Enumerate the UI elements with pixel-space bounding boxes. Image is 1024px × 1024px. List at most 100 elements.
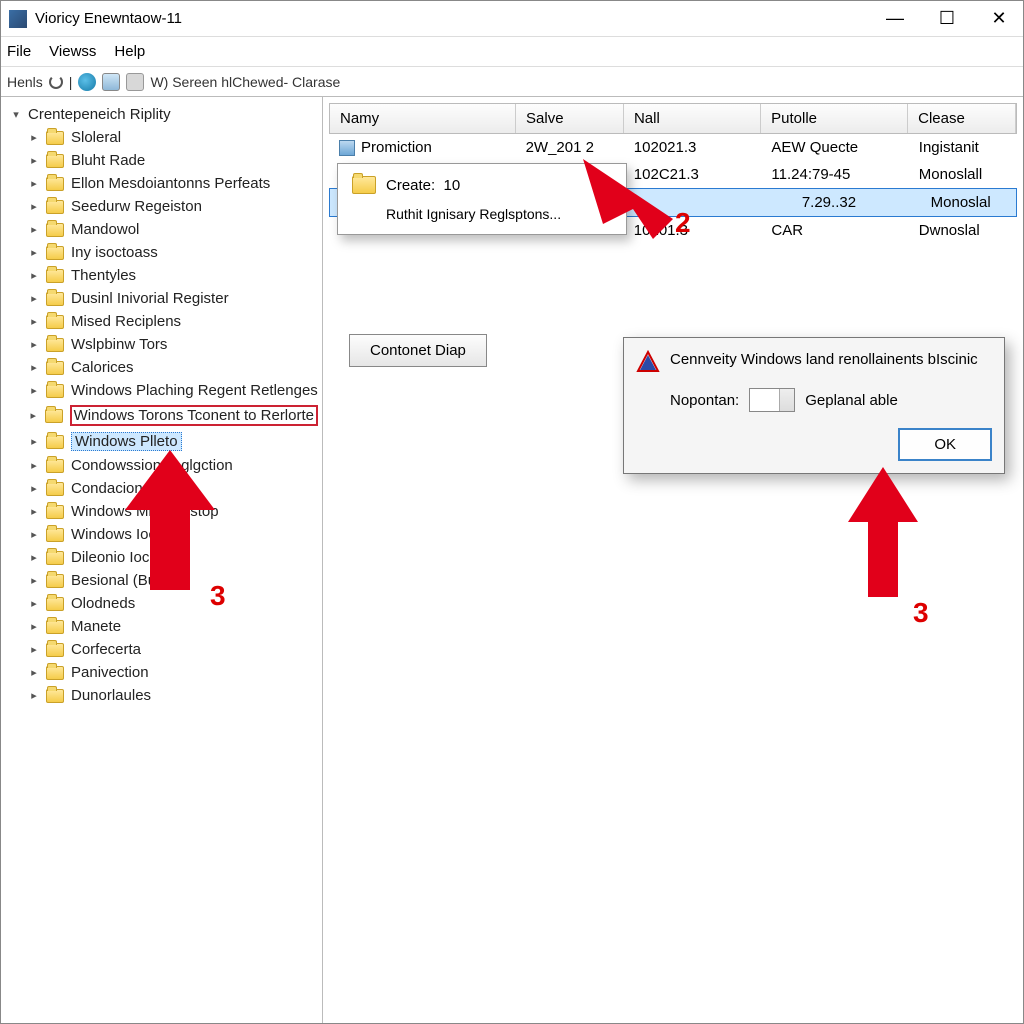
dialog-checkbox-label[interactable]: Geplanal able: [805, 392, 898, 409]
folder-icon: [46, 131, 64, 145]
tree-item-label: Thentyles: [71, 267, 136, 284]
expand-icon[interactable]: ▸: [29, 223, 39, 236]
tree-item[interactable]: ▸Wslpbinw Tors: [7, 333, 322, 356]
expand-icon[interactable]: ▸: [29, 620, 39, 633]
expand-icon[interactable]: ▸: [29, 292, 39, 305]
expand-icon[interactable]: ▸: [29, 689, 39, 702]
folder-icon: [46, 689, 64, 703]
col-clease[interactable]: Clease: [908, 104, 1016, 133]
tree-item[interactable]: ▸ Dunorlaules: [7, 684, 322, 707]
expand-icon[interactable]: ▸: [29, 246, 39, 259]
menu-help[interactable]: Help: [114, 43, 145, 60]
tree-item[interactable]: ▸Dusinl Inivorial Register: [7, 287, 322, 310]
expand-icon[interactable]: ▸: [29, 643, 39, 656]
refresh-icon[interactable]: [49, 75, 63, 89]
collapse-icon[interactable]: ▾: [11, 108, 21, 121]
nopontan-spinner[interactable]: ▲▼: [749, 388, 795, 412]
tree-item[interactable]: ▸Panivection: [7, 661, 322, 684]
folder-icon: [46, 315, 64, 329]
tree-item[interactable]: ▸Ellon Mesdoiantonns Perfeats: [7, 172, 322, 195]
close-button[interactable]: ✕: [983, 8, 1015, 29]
tree-item[interactable]: ▸ Windows Plaching Regent Retlenges: [7, 379, 322, 402]
menubar: File Viewss Help: [1, 37, 1023, 67]
tree-item[interactable]: ▸ Mised Reciplens: [7, 310, 322, 333]
expand-icon[interactable]: ▸: [29, 551, 39, 564]
expand-icon[interactable]: ▸: [29, 361, 39, 374]
annotation-arrow-3a: [125, 450, 215, 590]
tree-item[interactable]: ▸Iny isoctoass: [7, 241, 322, 264]
folder-icon: [46, 200, 64, 214]
mail-icon[interactable]: [102, 73, 120, 91]
menu-views[interactable]: Viewss: [49, 43, 96, 60]
main-panel: Namy Salve Nall Putolle Clease Promictio…: [323, 97, 1023, 1023]
folder-icon: [46, 361, 64, 375]
list-cell: CAR: [761, 220, 908, 241]
tree-root-item[interactable]: ▾ Crentepeneich Riplity: [7, 103, 322, 126]
expand-icon[interactable]: ▸: [29, 482, 39, 495]
window-title: Vioricy Enewntaow-11: [35, 10, 879, 27]
folder-icon: [46, 620, 64, 634]
folder-icon: [46, 597, 64, 611]
list-cell: Monoslal: [921, 192, 1016, 213]
expand-icon[interactable]: ▸: [29, 338, 39, 351]
list-cell: 2W_201 2: [516, 137, 624, 158]
expand-icon[interactable]: ▸: [29, 269, 39, 282]
tree-item[interactable]: ▸ Thentyles: [7, 264, 322, 287]
expand-icon[interactable]: ▸: [29, 505, 39, 518]
maximize-button[interactable]: ☐: [931, 8, 963, 29]
spinner-arrows-icon[interactable]: ▲▼: [782, 389, 792, 411]
tree-item[interactable]: ▸ Mandowol: [7, 218, 322, 241]
folder-icon: [46, 528, 64, 542]
folder-icon: [46, 505, 64, 519]
list-row[interactable]: Promiction2W_201 2102021.3AEW QuecteIngi…: [329, 134, 1017, 161]
ok-button[interactable]: OK: [898, 428, 992, 461]
expand-icon[interactable]: ▸: [29, 597, 39, 610]
minimize-button[interactable]: —: [879, 8, 911, 29]
folder-icon: [46, 643, 64, 657]
expand-icon[interactable]: ▸: [29, 574, 39, 587]
expand-icon[interactable]: ▸: [29, 409, 38, 422]
folder-icon: [46, 384, 64, 398]
tree-item-label: Dunorlaules: [71, 687, 151, 704]
tree-item-label: Mised Reciplens: [71, 313, 181, 330]
contonet-diap-button[interactable]: Contonet Diap: [349, 334, 487, 367]
app-icon: [9, 10, 27, 28]
listview-header[interactable]: Namy Salve Nall Putolle Clease: [329, 103, 1017, 134]
toolbar-sep: |: [69, 74, 73, 90]
col-salve[interactable]: Salve: [516, 104, 624, 133]
expand-icon[interactable]: ▸: [29, 528, 39, 541]
expand-icon[interactable]: ▸: [29, 459, 39, 472]
expand-icon[interactable]: ▸: [29, 435, 39, 448]
tree-item[interactable]: ▸Windows Torons Tconent to Rerlorte: [7, 402, 322, 429]
tree-item[interactable]: ▸Calorices: [7, 356, 322, 379]
menu-file[interactable]: File: [7, 43, 31, 60]
tree-item[interactable]: ▸Manete: [7, 615, 322, 638]
expand-icon[interactable]: ▸: [29, 131, 39, 144]
list-cell: Promiction: [329, 137, 516, 158]
tree-item[interactable]: ▸ Bluht Rade: [7, 149, 322, 172]
list-cell: Dwnoslal: [909, 220, 1017, 241]
expand-icon[interactable]: ▸: [29, 154, 39, 167]
folder-icon: [46, 666, 64, 680]
expand-icon[interactable]: ▸: [29, 177, 39, 190]
tree-item[interactable]: ▸Olodneds: [7, 592, 322, 615]
expand-icon[interactable]: ▸: [29, 200, 39, 213]
col-name[interactable]: Namy: [330, 104, 516, 133]
col-putolle[interactable]: Putolle: [761, 104, 908, 133]
expand-icon[interactable]: ▸: [29, 666, 39, 679]
disk-icon[interactable]: [126, 73, 144, 91]
tree-item-label: Bluht Rade: [71, 152, 145, 169]
tree-item[interactable]: ▸Corfecerta: [7, 638, 322, 661]
expand-icon[interactable]: ▸: [29, 384, 39, 397]
tree-item[interactable]: ▸Sloleral: [7, 126, 322, 149]
expand-icon[interactable]: ▸: [29, 315, 39, 328]
tree-item-label: Mandowol: [71, 221, 139, 238]
folder-icon: [352, 176, 376, 194]
tree-item[interactable]: ▸Seedurw Regeiston: [7, 195, 322, 218]
list-cell: 7.29..32: [792, 192, 921, 213]
globe-icon[interactable]: [78, 73, 96, 91]
col-nall[interactable]: Nall: [624, 104, 761, 133]
list-cell: [671, 201, 791, 205]
list-cell: AEW Quecte: [761, 137, 908, 158]
tree-item-label: Windows Plaching Regent Retlenges: [71, 382, 318, 399]
